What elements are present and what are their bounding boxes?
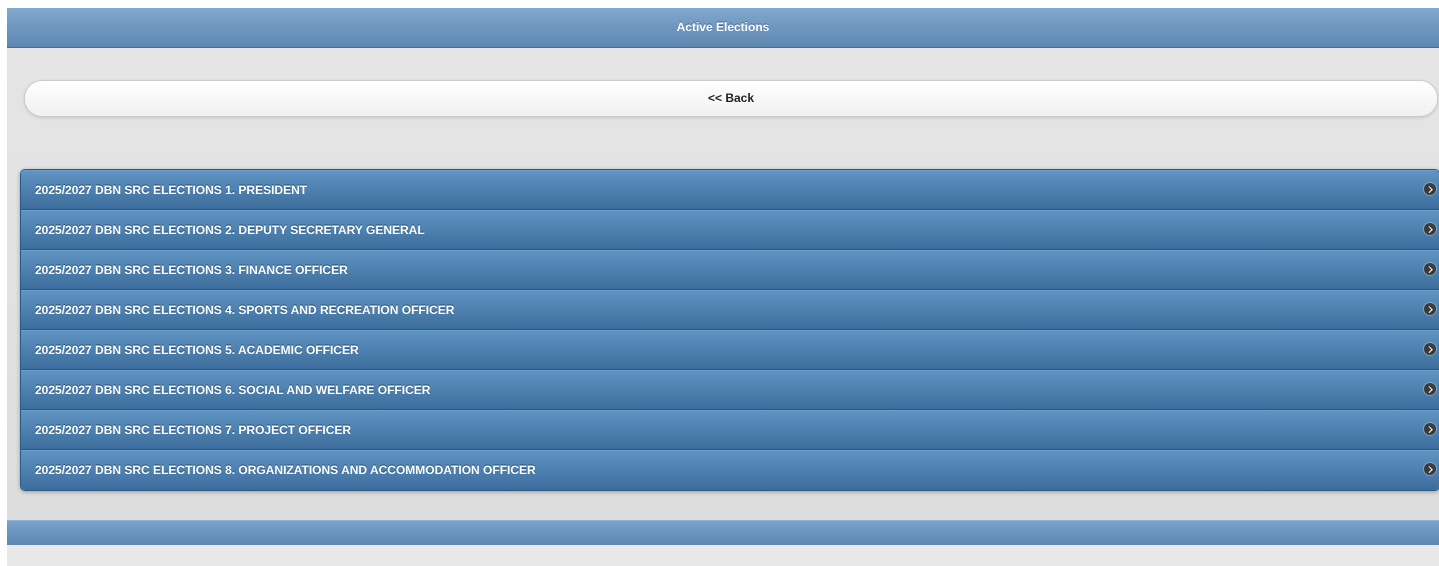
page-title: Active Elections [676,20,770,34]
footer-area [7,545,1439,566]
election-item-social-welfare-officer[interactable]: 2025/2027 DBN SRC ELECTIONS 6. SOCIAL AN… [21,370,1439,410]
chevron-right-circle-icon [1424,263,1436,275]
chevron-right-circle-icon [1424,463,1436,475]
election-item-project-officer[interactable]: 2025/2027 DBN SRC ELECTIONS 7. PROJECT O… [21,410,1439,450]
chevron-right-circle-icon [1424,423,1436,435]
footer-bar [7,520,1439,545]
chevron-right-circle-icon [1424,383,1436,395]
election-item-president[interactable]: 2025/2027 DBN SRC ELECTIONS 1. PRESIDENT [21,170,1439,210]
election-item-sports-recreation-officer[interactable]: 2025/2027 DBN SRC ELECTIONS 4. SPORTS AN… [21,290,1439,330]
election-item-label: 2025/2027 DBN SRC ELECTIONS 5. ACADEMIC … [35,343,359,357]
election-item-label: 2025/2027 DBN SRC ELECTIONS 6. SOCIAL AN… [35,383,431,397]
back-button[interactable]: << Back [24,80,1438,117]
election-item-label: 2025/2027 DBN SRC ELECTIONS 7. PROJECT O… [35,423,352,437]
election-item-organizations-accommodation-officer[interactable]: 2025/2027 DBN SRC ELECTIONS 8. ORGANIZAT… [21,450,1439,490]
election-item-finance-officer[interactable]: 2025/2027 DBN SRC ELECTIONS 3. FINANCE O… [21,250,1439,290]
election-item-deputy-secretary-general[interactable]: 2025/2027 DBN SRC ELECTIONS 2. DEPUTY SE… [21,210,1439,250]
election-item-label: 2025/2027 DBN SRC ELECTIONS 8. ORGANIZAT… [35,463,536,477]
election-list: 2025/2027 DBN SRC ELECTIONS 1. PRESIDENT… [20,169,1439,491]
chevron-right-circle-icon [1424,223,1436,235]
election-item-label: 2025/2027 DBN SRC ELECTIONS 2. DEPUTY SE… [35,223,425,237]
election-item-label: 2025/2027 DBN SRC ELECTIONS 4. SPORTS AN… [35,303,455,317]
chevron-right-circle-icon [1424,303,1436,315]
election-item-academic-officer[interactable]: 2025/2027 DBN SRC ELECTIONS 5. ACADEMIC … [21,330,1439,370]
chevron-right-circle-icon [1424,343,1436,355]
election-item-label: 2025/2027 DBN SRC ELECTIONS 1. PRESIDENT [35,183,308,197]
page: Active Elections << Back 2025/2027 DBN S… [7,8,1439,566]
chevron-right-circle-icon [1424,183,1436,195]
header-bar: Active Elections [7,8,1439,48]
election-item-label: 2025/2027 DBN SRC ELECTIONS 3. FINANCE O… [35,263,348,277]
